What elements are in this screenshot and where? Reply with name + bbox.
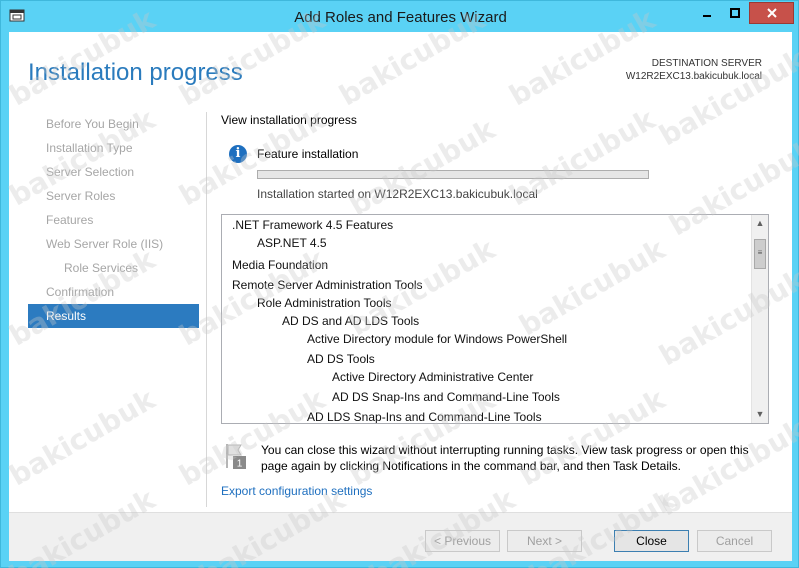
installation-started-text: Installation started on W12R2EXC13.bakic…	[257, 187, 538, 201]
window-title: Add Roles and Features Wizard	[294, 9, 507, 26]
feature-list-item: AD DS Snap-Ins and Command-Line Tools	[332, 390, 560, 404]
notification-text: You can close this wizard without interr…	[261, 443, 749, 473]
next-button[interactable]: Next >	[507, 530, 582, 552]
scroll-up-arrow-icon[interactable]: ▲	[752, 215, 768, 232]
nav-item-server-roles[interactable]: Server Roles	[28, 184, 199, 208]
wizard-nav: Before You Begin Installation Type Serve…	[28, 112, 199, 328]
maximize-icon	[729, 8, 740, 18]
nav-divider	[206, 112, 207, 507]
nav-item-confirmation[interactable]: Confirmation	[28, 280, 199, 304]
destination-server-label: DESTINATION SERVER	[651, 58, 762, 69]
feature-list-item: Remote Server Administration Tools	[232, 278, 423, 292]
feature-list-item: AD LDS Snap-Ins and Command-Line Tools	[307, 410, 542, 424]
nav-item-installation-type[interactable]: Installation Type	[28, 136, 199, 160]
feature-list-item: Active Directory Administrative Center	[332, 370, 534, 384]
scroll-thumb[interactable]: ≡	[754, 239, 766, 269]
minimize-button[interactable]	[693, 2, 720, 24]
destination-server-name: W12R2EXC13.bakicubuk.local	[625, 71, 762, 82]
close-icon	[766, 8, 777, 18]
feature-list-scrollbar[interactable]: ▲ ≡ ▼	[751, 215, 768, 423]
previous-button[interactable]: < Previous	[425, 530, 500, 552]
feature-list-item: Active Directory module for Windows Powe…	[307, 332, 568, 346]
export-configuration-link[interactable]: Export configuration settings	[221, 484, 372, 498]
nav-item-web-server-role[interactable]: Web Server Role (IIS)	[28, 232, 199, 256]
feature-list-item: Media Foundation	[232, 258, 329, 272]
feature-list-item: Role Administration Tools	[257, 296, 392, 310]
view-progress-label: View installation progress	[221, 113, 357, 127]
feature-installation-label: Feature installation	[257, 147, 359, 161]
minimize-icon	[702, 15, 711, 17]
nav-item-role-services[interactable]: Role Services	[28, 256, 199, 280]
nav-item-features[interactable]: Features	[28, 208, 199, 232]
title-bar[interactable]: Add Roles and Features Wizard	[1, 1, 799, 32]
info-icon: i	[229, 145, 247, 163]
feature-list-content: .NET Framework 4.5 Features ASP.NET 4.5 Me…	[222, 215, 751, 423]
installation-progress-bar	[257, 170, 649, 179]
nav-item-server-selection[interactable]: Server Selection	[28, 160, 199, 184]
button-bar: < Previous Next > Close Cancel	[9, 512, 792, 561]
scroll-down-arrow-icon[interactable]: ▼	[752, 406, 768, 423]
feature-list[interactable]: .NET Framework 4.5 Features ASP.NET 4.5 Me…	[221, 214, 769, 424]
notification-badge-count: 1	[237, 459, 243, 470]
wizard-client-area: Installation progress DESTINATION SERVER…	[9, 32, 792, 561]
window-frame: Add Roles and Features Wizard Installati…	[0, 0, 799, 568]
feature-list-item: AD DS and AD LDS Tools	[282, 314, 420, 328]
page-title: Installation progress	[28, 59, 243, 86]
cancel-button[interactable]: Cancel	[697, 530, 772, 552]
close-window-button[interactable]	[749, 2, 794, 24]
notification-flag-icon: 1	[226, 444, 246, 470]
feature-list-item: .NET Framework 4.5 Features	[232, 218, 394, 232]
feature-list-item: AD DS Tools	[307, 352, 375, 366]
feature-list-item: ASP.NET 4.5	[257, 236, 327, 250]
nav-item-before-you-begin[interactable]: Before You Begin	[28, 112, 199, 136]
close-button[interactable]: Close	[614, 530, 689, 552]
maximize-button[interactable]	[721, 2, 748, 24]
nav-item-results[interactable]: Results	[28, 304, 199, 328]
